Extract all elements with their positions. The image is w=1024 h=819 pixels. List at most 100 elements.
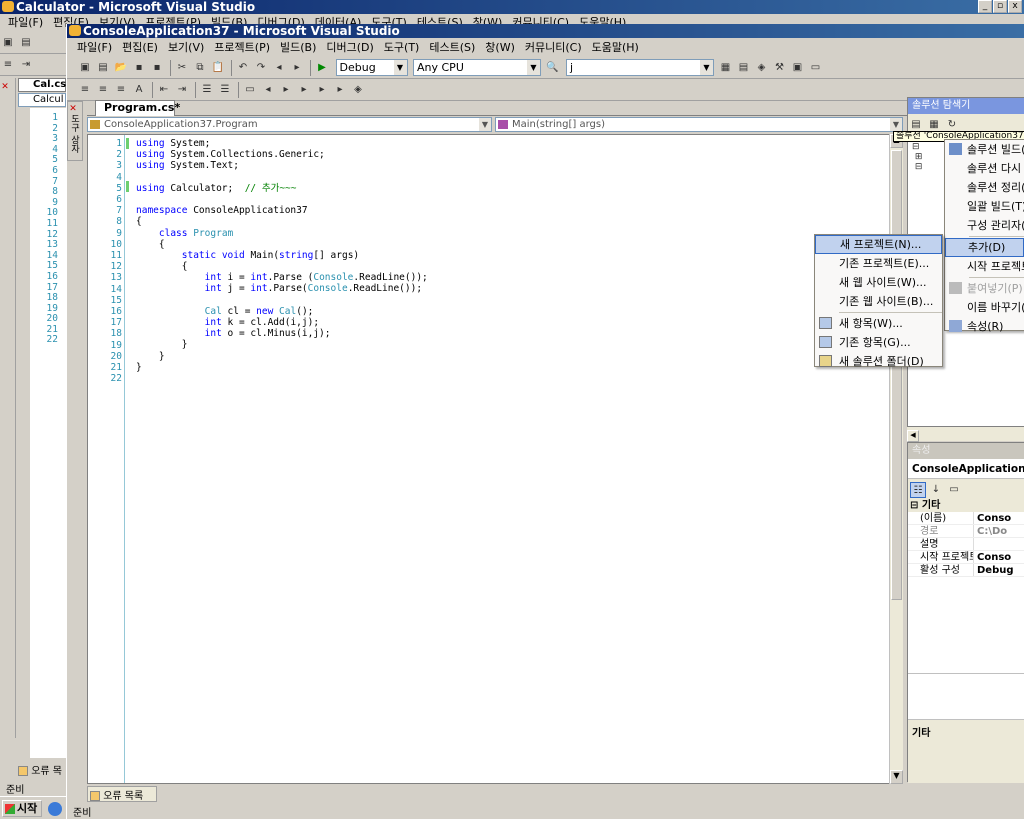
code-line[interactable]: int o = cl.Minus(i,j);	[136, 328, 428, 339]
add-item-icon[interactable]: ▤	[18, 35, 34, 51]
outer-menu-file[interactable]: 파일(F)	[8, 14, 43, 32]
indent-icon[interactable]: ⇥	[18, 57, 34, 73]
decrease-indent-icon[interactable]: ⇤	[156, 82, 172, 98]
new-project-icon[interactable]: ▣	[77, 60, 93, 76]
navigate-back-icon[interactable]: ◂	[271, 60, 287, 76]
find-in-files-icon[interactable]: 🔍	[545, 60, 561, 76]
code-line[interactable]: using System.Text;	[136, 160, 428, 171]
submenu-existing-project[interactable]: 기존 프로젝트(E)...	[815, 254, 942, 273]
save-all-icon[interactable]: ▪	[149, 60, 165, 76]
code-line[interactable]: using System.Collections.Generic;	[136, 149, 428, 160]
comment-out-icon[interactable]: ☰	[199, 82, 215, 98]
menu-tools[interactable]: 도구(T)	[384, 38, 420, 57]
navigate-forward-icon[interactable]: ▸	[289, 60, 305, 76]
minimize-button[interactable]: _	[978, 0, 992, 13]
menu-community[interactable]: 커뮤니티(C)	[525, 38, 582, 57]
context-menu-rebuild-solution[interactable]: 솔루션 다시 빌	[945, 159, 1024, 178]
quick-info-icon[interactable]: ≡	[113, 82, 129, 98]
menu-test[interactable]: 테스트(S)	[429, 38, 475, 57]
class-combo[interactable]: ConsoleApplication37.Program ▼	[87, 117, 492, 132]
display-object-member-icon[interactable]: ≡	[77, 82, 93, 98]
menu-view[interactable]: 보기(V)	[168, 38, 204, 57]
alphabetical-icon[interactable]: ↓	[928, 482, 944, 498]
context-menu-clean-solution[interactable]: 솔루션 정리(C	[945, 178, 1024, 197]
property-row[interactable]: 활성 구성 Debug	[908, 564, 1024, 577]
context-menu-configuration-manager[interactable]: 구성 관리자(O	[945, 216, 1024, 235]
property-pages-icon[interactable]: ▭	[946, 482, 962, 498]
context-menu-batch-build[interactable]: 일괄 빌드(T)...	[945, 197, 1024, 216]
code-line[interactable]: namespace ConsoleApplication37	[136, 205, 428, 216]
context-menu-build-solution[interactable]: 솔루션 빌드(B)	[945, 140, 1024, 159]
outer-error-list-tab[interactable]: 오류 목	[18, 762, 68, 777]
property-row[interactable]: 설명	[908, 538, 1024, 551]
code-line[interactable]: int i = int.Parse (Console.ReadLine());	[136, 272, 428, 283]
code-line[interactable]: }	[136, 351, 428, 362]
menu-debug[interactable]: 디버그(D)	[326, 38, 373, 57]
copy-icon[interactable]: ⧉	[192, 60, 208, 76]
method-combo[interactable]: Main(string[] args) ▼	[495, 117, 903, 132]
cut-icon[interactable]: ✂	[174, 60, 190, 76]
code-line[interactable]	[136, 172, 428, 183]
submenu-new-project[interactable]: 새 프로젝트(N)...	[815, 235, 942, 254]
save-icon[interactable]: ▪	[131, 60, 147, 76]
command-window-icon[interactable]: ▭	[808, 60, 824, 76]
restore-button[interactable]: ▫	[993, 0, 1007, 13]
toggle-bookmark-icon[interactable]: ▭	[242, 82, 258, 98]
categorized-icon[interactable]: ☷	[910, 482, 926, 498]
find-icon[interactable]: ◈	[350, 82, 366, 98]
code-line[interactable]: {	[136, 239, 428, 250]
menu-edit[interactable]: 편집(E)	[122, 38, 158, 57]
submenu-new-web-site[interactable]: 새 웹 사이트(W)...	[815, 273, 942, 292]
context-menu-properties[interactable]: 속성(R)	[945, 317, 1024, 336]
ie-quicklaunch-icon[interactable]	[48, 802, 62, 816]
code-line[interactable]: int k = cl.Add(i,j);	[136, 317, 428, 328]
menu-build[interactable]: 빌드(B)	[280, 38, 316, 57]
editor-scrollbar[interactable]: ▲ ▼	[889, 134, 903, 784]
menu-window[interactable]: 창(W)	[485, 38, 515, 57]
scroll-down-icon[interactable]: ▼	[890, 770, 903, 784]
code-line[interactable]	[136, 194, 428, 205]
start-page-icon[interactable]: ▣	[790, 60, 806, 76]
add-new-item-icon[interactable]: ▤	[95, 60, 111, 76]
outer-class-combo[interactable]: Calcul	[18, 93, 66, 107]
property-row[interactable]: 시작 프로젝트 Conso	[908, 551, 1024, 564]
next-bookmark-icon[interactable]: ▸	[278, 82, 294, 98]
code-line[interactable]: static void Main(string[] args)	[136, 250, 428, 261]
context-menu-rename[interactable]: 이름 바꾸기(M	[945, 298, 1024, 317]
code-line[interactable]	[136, 295, 428, 306]
code-line[interactable]: using System;	[136, 138, 428, 149]
submenu-existing-item[interactable]: 기존 항목(G)...	[815, 333, 942, 352]
text-editor-icon[interactable]: ≡	[0, 57, 16, 73]
context-menu-paste[interactable]: 붙여넣기(P)	[945, 279, 1024, 298]
clear-bookmarks-icon[interactable]: ▸	[314, 82, 330, 98]
context-menu-set-startup-projects[interactable]: 시작 프로젝트	[945, 257, 1024, 276]
object-browser-icon[interactable]: ◈	[754, 60, 770, 76]
code-line[interactable]	[136, 373, 428, 384]
code-text[interactable]: using System; using System.Collections.Ge…	[136, 138, 428, 384]
start-button[interactable]: 시작	[2, 800, 42, 817]
code-line[interactable]: int j = int.Parse(Console.ReadLine());	[136, 283, 428, 294]
new-project-icon[interactable]: ▣	[0, 35, 16, 51]
undo-icon[interactable]: ↶	[235, 60, 251, 76]
code-editor[interactable]: 1 2 3 4 5 6 7 8 9 10 11 12 13 14 15 16 17 18 19 20 21 22 usin…	[87, 134, 903, 784]
solution-hscroll[interactable]: ◀	[907, 427, 1024, 442]
submenu-new-item[interactable]: 새 항목(W)...	[815, 314, 942, 333]
code-line[interactable]: {	[136, 261, 428, 272]
toolbox-pin-icon[interactable]: ✕	[68, 102, 78, 114]
tree-expanders[interactable]: ⊟ ⊞ ⊟	[912, 142, 922, 172]
code-line[interactable]: }	[136, 362, 428, 373]
code-line[interactable]: using Calculator; // 추가~~~	[136, 183, 428, 194]
prev-bookmark-icon[interactable]: ◂	[260, 82, 276, 98]
solution-config-combo[interactable]: Debug ▼	[335, 59, 408, 76]
property-row[interactable]: 경로 C:\Do	[908, 525, 1024, 538]
properties-object[interactable]: ConsoleApplication37	[908, 459, 1024, 479]
uncomment-icon[interactable]: ☰	[217, 82, 233, 98]
redo-icon[interactable]: ↷	[253, 60, 269, 76]
display-parameter-info-icon[interactable]: ≡	[95, 82, 111, 98]
find-combo[interactable]: j ▼	[566, 59, 714, 76]
scroll-left-icon[interactable]: ◀	[907, 430, 919, 442]
menu-file[interactable]: 파일(F)	[77, 38, 112, 57]
code-line[interactable]: }	[136, 339, 428, 350]
start-debugging-icon[interactable]: ▶	[314, 60, 330, 76]
close-button[interactable]: x	[1008, 0, 1022, 13]
